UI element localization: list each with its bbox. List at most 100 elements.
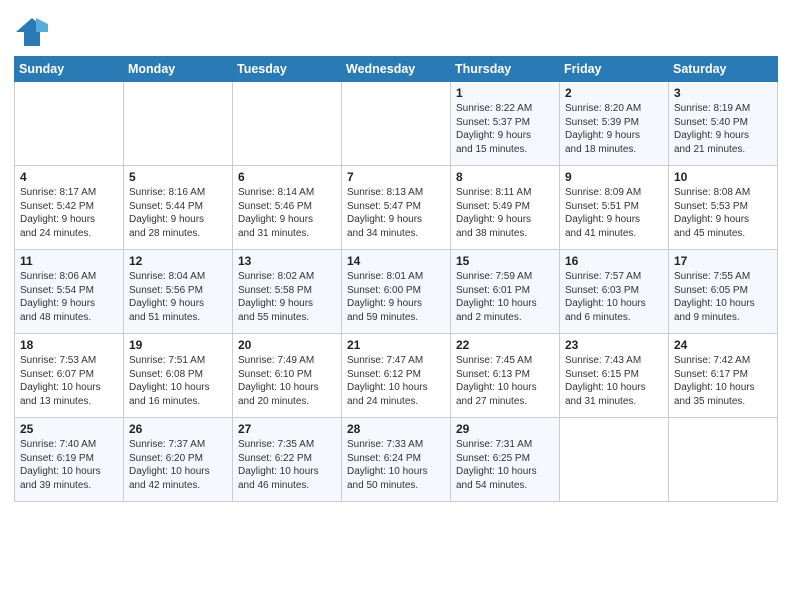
day-number: 15 <box>456 254 554 268</box>
day-number: 20 <box>238 338 336 352</box>
day-info: Sunrise: 7:40 AM Sunset: 6:19 PM Dayligh… <box>20 438 118 492</box>
day-info: Sunrise: 7:53 AM Sunset: 6:07 PM Dayligh… <box>20 354 118 408</box>
day-cell: 10 Sunrise: 8:08 AM Sunset: 5:53 PM Dayli… <box>669 166 778 250</box>
weekday-header-sunday: Sunday <box>15 57 124 82</box>
weekday-header-thursday: Thursday <box>451 57 560 82</box>
day-cell: 24Sunrise: 7:42 AM Sunset: 6:17 PM Dayli… <box>669 334 778 418</box>
day-number: 14 <box>347 254 445 268</box>
day-number: 8 <box>456 170 554 184</box>
day-info: Sunrise: 7:35 AM Sunset: 6:22 PM Dayligh… <box>238 438 336 492</box>
day-number: 10 <box>674 170 772 184</box>
day-info: Sunrise: 8:20 AM Sunset: 5:39 PM Dayligh… <box>565 102 663 156</box>
logo <box>14 14 54 50</box>
page: SundayMondayTuesdayWednesdayThursdayFrid… <box>0 0 792 612</box>
day-cell: 9Sunrise: 8:09 AM Sunset: 5:51 PM Daylig… <box>560 166 669 250</box>
week-row-1: 1Sunrise: 8:22 AM Sunset: 5:37 PM Daylig… <box>15 82 778 166</box>
day-info: Sunrise: 8:16 AM Sunset: 5:44 PM Dayligh… <box>129 186 227 240</box>
day-cell: 21 Sunrise: 7:47 AM Sunset: 6:12 PM Dayli… <box>342 334 451 418</box>
day-number: 21 <box>347 338 445 352</box>
day-cell: 5 Sunrise: 8:16 AM Sunset: 5:44 PM Daylig… <box>124 166 233 250</box>
day-info: Sunrise: 8:14 AM Sunset: 5:46 PM Dayligh… <box>238 186 336 240</box>
day-info: Sunrise: 8:08 AM Sunset: 5:53 PM Dayligh… <box>674 186 772 240</box>
day-number: 22 <box>456 338 554 352</box>
day-info: Sunrise: 8:01 AM Sunset: 6:00 PM Dayligh… <box>347 270 445 324</box>
day-cell <box>342 82 451 166</box>
day-number: 2 <box>565 86 663 100</box>
day-info: Sunrise: 8:04 AM Sunset: 5:56 PM Dayligh… <box>129 270 227 324</box>
day-number: 25 <box>20 422 118 436</box>
day-info: Sunrise: 8:19 AM Sunset: 5:40 PM Dayligh… <box>674 102 772 156</box>
day-cell: 19 Sunrise: 7:51 AM Sunset: 6:08 PM Dayli… <box>124 334 233 418</box>
week-row-4: 18 Sunrise: 7:53 AM Sunset: 6:07 PM Dayli… <box>15 334 778 418</box>
day-number: 24 <box>674 338 772 352</box>
day-info: Sunrise: 7:49 AM Sunset: 6:10 PM Dayligh… <box>238 354 336 408</box>
day-number: 29 <box>456 422 554 436</box>
day-info: Sunrise: 8:02 AM Sunset: 5:58 PM Dayligh… <box>238 270 336 324</box>
weekday-header-tuesday: Tuesday <box>233 57 342 82</box>
day-number: 1 <box>456 86 554 100</box>
day-number: 11 <box>20 254 118 268</box>
day-info: Sunrise: 7:55 AM Sunset: 6:05 PM Dayligh… <box>674 270 772 324</box>
day-info: Sunrise: 7:47 AM Sunset: 6:12 PM Dayligh… <box>347 354 445 408</box>
calendar-table: SundayMondayTuesdayWednesdayThursdayFrid… <box>14 56 778 502</box>
day-cell: 22 Sunrise: 7:45 AM Sunset: 6:13 PM Dayli… <box>451 334 560 418</box>
day-info: Sunrise: 7:37 AM Sunset: 6:20 PM Dayligh… <box>129 438 227 492</box>
day-number: 4 <box>20 170 118 184</box>
day-number: 13 <box>238 254 336 268</box>
week-row-2: 4 Sunrise: 8:17 AM Sunset: 5:42 PM Daylig… <box>15 166 778 250</box>
day-info: Sunrise: 8:06 AM Sunset: 5:54 PM Dayligh… <box>20 270 118 324</box>
day-info: Sunrise: 7:43 AM Sunset: 6:15 PM Dayligh… <box>565 354 663 408</box>
day-cell: 6 Sunrise: 8:14 AM Sunset: 5:46 PM Daylig… <box>233 166 342 250</box>
day-info: Sunrise: 8:11 AM Sunset: 5:49 PM Dayligh… <box>456 186 554 240</box>
day-cell: 25 Sunrise: 7:40 AM Sunset: 6:19 PM Dayli… <box>15 418 124 502</box>
day-cell: 18 Sunrise: 7:53 AM Sunset: 6:07 PM Dayli… <box>15 334 124 418</box>
weekday-header-friday: Friday <box>560 57 669 82</box>
day-info: Sunrise: 7:33 AM Sunset: 6:24 PM Dayligh… <box>347 438 445 492</box>
week-row-5: 25 Sunrise: 7:40 AM Sunset: 6:19 PM Dayli… <box>15 418 778 502</box>
day-cell: 13 Sunrise: 8:02 AM Sunset: 5:58 PM Dayli… <box>233 250 342 334</box>
day-cell: 16Sunrise: 7:57 AM Sunset: 6:03 PM Dayli… <box>560 250 669 334</box>
day-info: Sunrise: 7:59 AM Sunset: 6:01 PM Dayligh… <box>456 270 554 324</box>
weekday-header-row: SundayMondayTuesdayWednesdayThursdayFrid… <box>15 57 778 82</box>
header <box>14 10 778 50</box>
day-cell <box>669 418 778 502</box>
day-number: 17 <box>674 254 772 268</box>
day-cell: 11 Sunrise: 8:06 AM Sunset: 5:54 PM Dayli… <box>15 250 124 334</box>
day-number: 6 <box>238 170 336 184</box>
day-number: 27 <box>238 422 336 436</box>
day-number: 26 <box>129 422 227 436</box>
day-number: 12 <box>129 254 227 268</box>
day-cell: 4 Sunrise: 8:17 AM Sunset: 5:42 PM Daylig… <box>15 166 124 250</box>
day-number: 28 <box>347 422 445 436</box>
day-cell: 7Sunrise: 8:13 AM Sunset: 5:47 PM Daylig… <box>342 166 451 250</box>
day-cell: 1Sunrise: 8:22 AM Sunset: 5:37 PM Daylig… <box>451 82 560 166</box>
day-info: Sunrise: 7:45 AM Sunset: 6:13 PM Dayligh… <box>456 354 554 408</box>
weekday-header-monday: Monday <box>124 57 233 82</box>
day-number: 7 <box>347 170 445 184</box>
day-cell: 8 Sunrise: 8:11 AM Sunset: 5:49 PM Daylig… <box>451 166 560 250</box>
day-number: 18 <box>20 338 118 352</box>
day-info: Sunrise: 8:09 AM Sunset: 5:51 PM Dayligh… <box>565 186 663 240</box>
day-cell: 29 Sunrise: 7:31 AM Sunset: 6:25 PM Dayli… <box>451 418 560 502</box>
day-cell: 14 Sunrise: 8:01 AM Sunset: 6:00 PM Dayli… <box>342 250 451 334</box>
day-info: Sunrise: 8:17 AM Sunset: 5:42 PM Dayligh… <box>20 186 118 240</box>
day-cell <box>124 82 233 166</box>
day-info: Sunrise: 7:57 AM Sunset: 6:03 PM Dayligh… <box>565 270 663 324</box>
day-info: Sunrise: 7:51 AM Sunset: 6:08 PM Dayligh… <box>129 354 227 408</box>
weekday-header-saturday: Saturday <box>669 57 778 82</box>
day-number: 5 <box>129 170 227 184</box>
day-cell <box>15 82 124 166</box>
day-number: 3 <box>674 86 772 100</box>
week-row-3: 11 Sunrise: 8:06 AM Sunset: 5:54 PM Dayli… <box>15 250 778 334</box>
day-cell: 12 Sunrise: 8:04 AM Sunset: 5:56 PM Dayli… <box>124 250 233 334</box>
day-cell: 15 Sunrise: 7:59 AM Sunset: 6:01 PM Dayli… <box>451 250 560 334</box>
day-cell: 2 Sunrise: 8:20 AM Sunset: 5:39 PM Daylig… <box>560 82 669 166</box>
day-cell <box>233 82 342 166</box>
day-cell: 28 Sunrise: 7:33 AM Sunset: 6:24 PM Dayli… <box>342 418 451 502</box>
day-info: Sunrise: 7:31 AM Sunset: 6:25 PM Dayligh… <box>456 438 554 492</box>
day-cell: 23Sunrise: 7:43 AM Sunset: 6:15 PM Dayli… <box>560 334 669 418</box>
day-number: 19 <box>129 338 227 352</box>
day-cell: 3 Sunrise: 8:19 AM Sunset: 5:40 PM Daylig… <box>669 82 778 166</box>
day-cell: 26 Sunrise: 7:37 AM Sunset: 6:20 PM Dayli… <box>124 418 233 502</box>
weekday-header-wednesday: Wednesday <box>342 57 451 82</box>
